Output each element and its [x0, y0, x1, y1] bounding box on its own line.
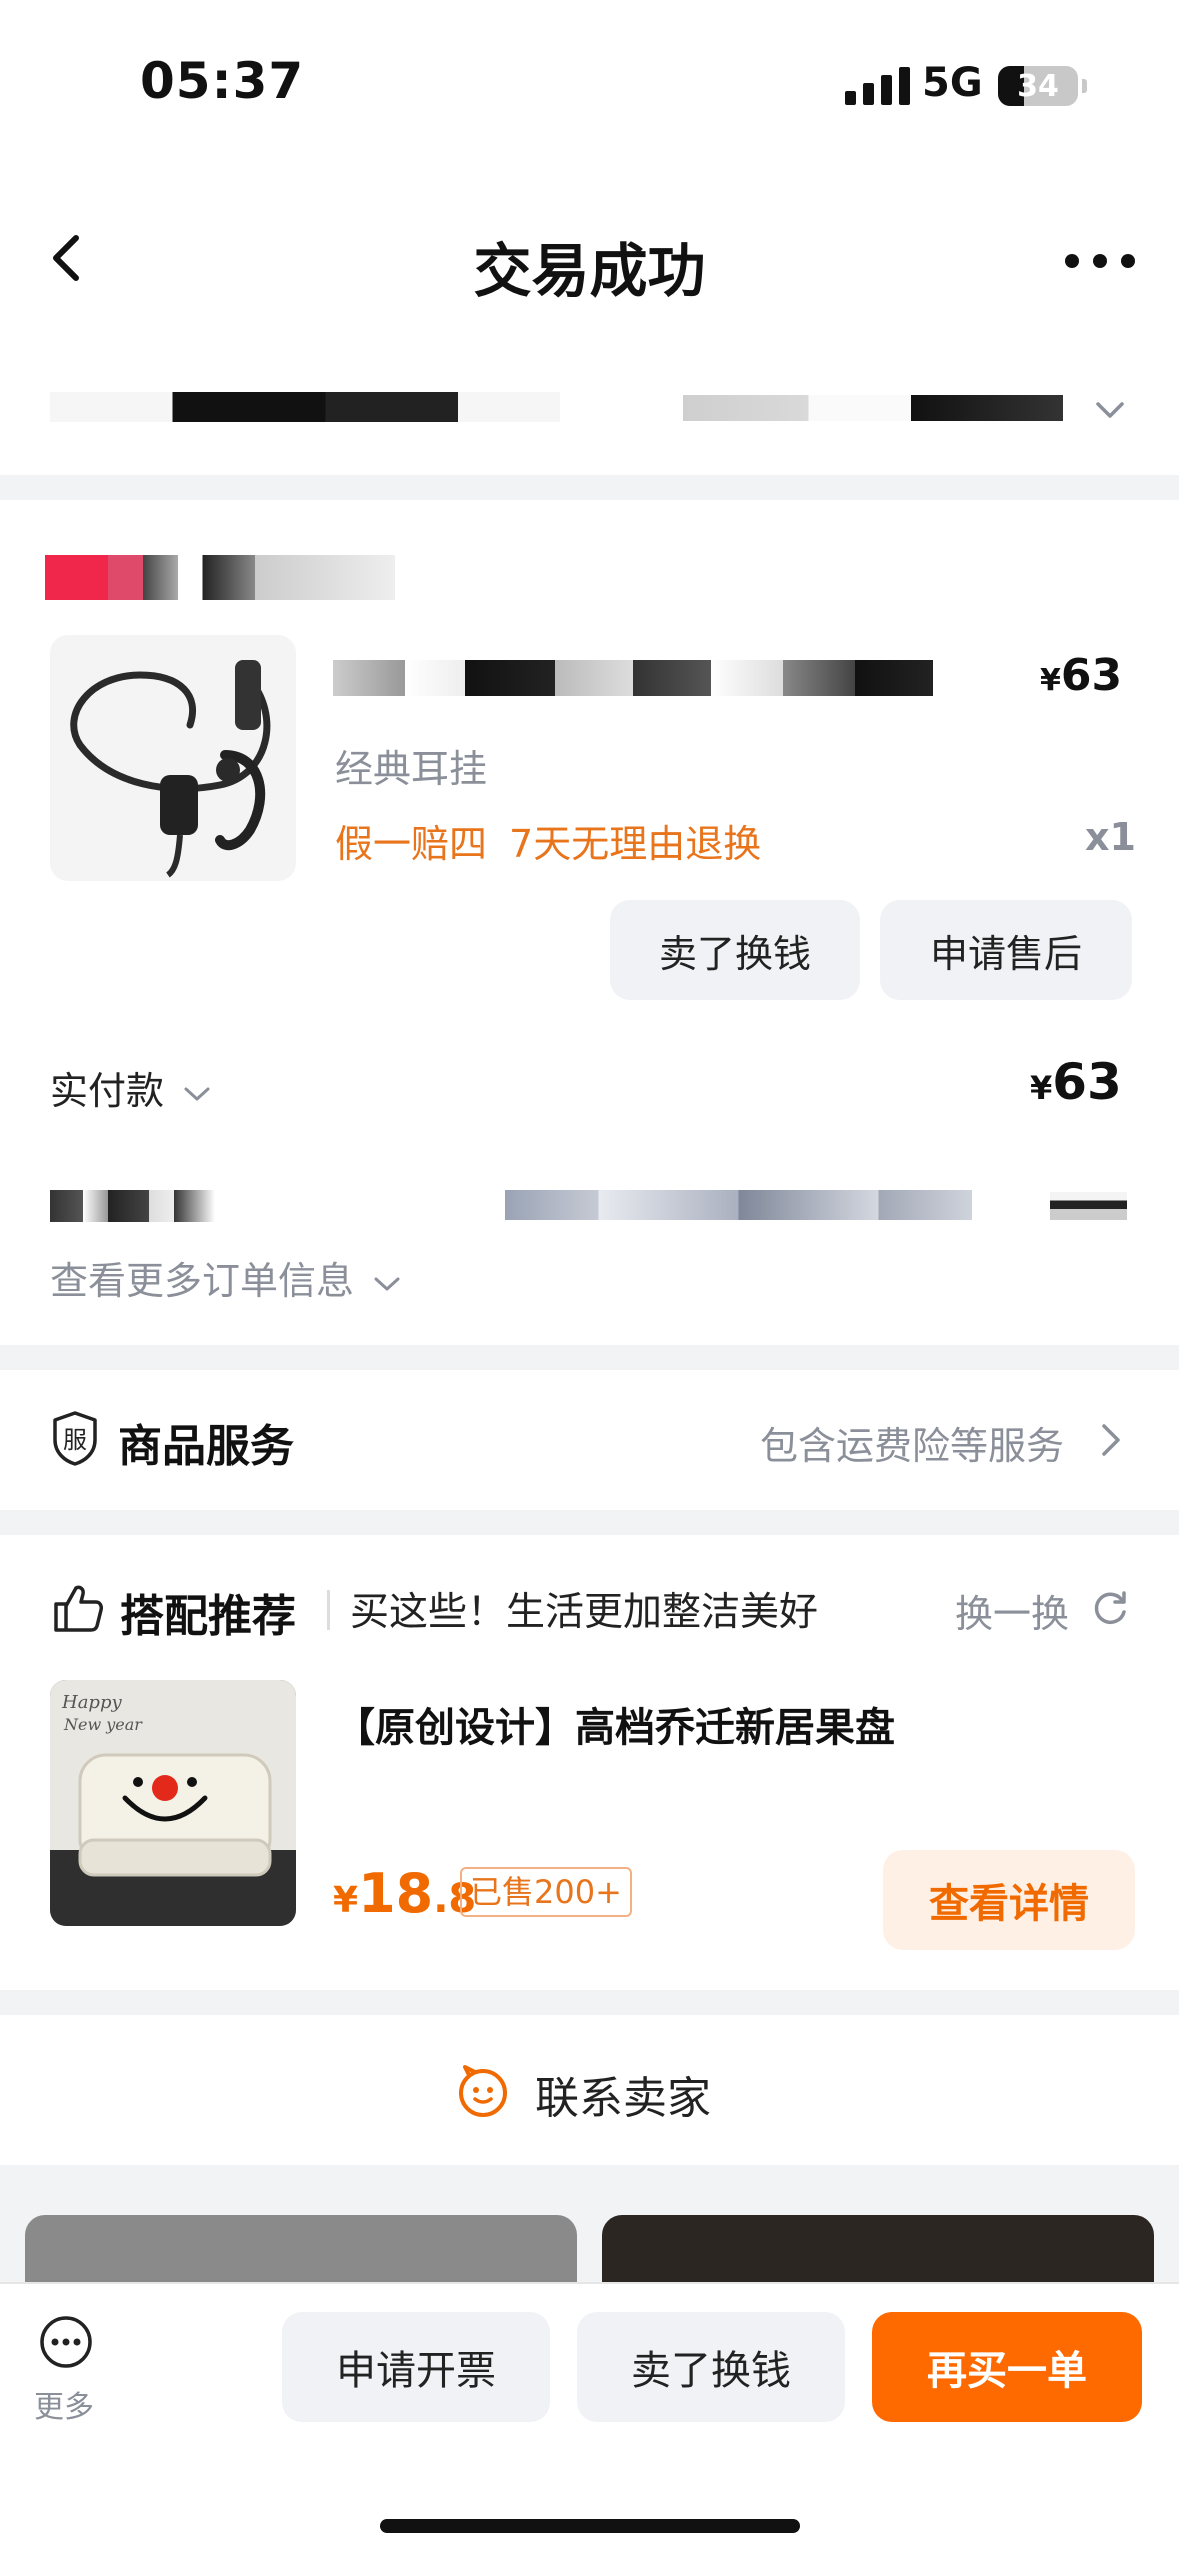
- thumbs-up-icon: [54, 1585, 103, 1632]
- battery-icon: 34: [998, 66, 1087, 106]
- earpiece-illustration: [70, 660, 271, 878]
- refresh-button[interactable]: 换一换: [955, 1583, 1069, 1638]
- service-shield-icon: 服: [53, 1411, 97, 1466]
- service-card[interactable]: 服 商品服务 包含运费险等服务: [0, 1370, 1179, 1510]
- paid-amount-label[interactable]: 实付款: [50, 1060, 212, 1115]
- contact-seller-label: 联系卖家: [535, 2073, 711, 2124]
- redacted-text: [683, 395, 1063, 421]
- recommended-product-image[interactable]: Happy New year: [50, 1680, 296, 1926]
- order-number-redacted: [50, 1190, 215, 1222]
- battery-level: 34: [1017, 69, 1059, 104]
- divider: [327, 1590, 330, 1630]
- bottom-action-bar: 更多 申请开票 卖了换钱 再买一单: [0, 2282, 1179, 2556]
- refresh-icon[interactable]: [1090, 1587, 1130, 1627]
- product-image[interactable]: [50, 635, 296, 881]
- chevron-down-icon: [374, 1277, 400, 1290]
- guarantee-tag: 假一赔四: [335, 822, 488, 866]
- copy-button-redacted[interactable]: [1050, 1192, 1127, 1220]
- order-card: ¥63 经典耳挂 假一赔四 7天无理由退换 x1 卖了换钱 申请售后 实付款 ¥6…: [0, 500, 1179, 1345]
- seller-chat-icon: [459, 2065, 507, 2117]
- page-title: 交易成功: [473, 237, 706, 305]
- signal-icon: [845, 65, 910, 105]
- chevron-down-icon: [184, 1087, 210, 1100]
- product-price: ¥63: [1040, 650, 1123, 701]
- recommended-product-name[interactable]: 【原创设计】高档乔迁新居果盘: [335, 1695, 895, 1753]
- return-policy-tag: 7天无理由退换: [509, 822, 762, 866]
- logistics-row[interactable]: [0, 340, 1179, 475]
- sell-for-cash-bottom-button[interactable]: 卖了换钱: [577, 2312, 845, 2422]
- more-order-info[interactable]: 查看更多订单信息: [50, 1250, 402, 1305]
- status-time: 05:37: [140, 52, 305, 110]
- paid-amount: ¥63: [1030, 1053, 1122, 1111]
- shop-name-redacted: [45, 555, 395, 600]
- view-details-button[interactable]: 查看详情: [883, 1850, 1135, 1950]
- contact-seller-card[interactable]: 联系卖家: [0, 2015, 1179, 2165]
- fruit-box-illustration: Happy New year: [50, 1680, 296, 1926]
- request-invoice-button[interactable]: 申请开票: [282, 2312, 550, 2422]
- buy-again-button[interactable]: 再买一单: [872, 2312, 1142, 2422]
- sold-count-badge: 已售200+: [460, 1867, 632, 1917]
- product-spec: 经典耳挂: [335, 747, 488, 791]
- nav-bar: 交易成功: [0, 180, 1179, 340]
- more-options-icon[interactable]: [1060, 246, 1140, 276]
- product-quantity: x1: [1085, 815, 1136, 859]
- svg-text:Happy: Happy: [61, 1692, 122, 1713]
- service-title: 商品服务: [118, 1421, 294, 1472]
- recommendation-subtitle: 买这些！生活更加整洁美好: [350, 1590, 819, 1635]
- more-icon[interactable]: [38, 2314, 94, 2370]
- recommendation-title: 搭配推荐: [120, 1591, 296, 1642]
- sell-for-cash-button[interactable]: 卖了换钱: [610, 900, 860, 1000]
- recommendation-card: 搭配推荐 买这些！生活更加整洁美好 换一换 Happy New year 【原创…: [0, 1535, 1179, 1990]
- after-sale-button[interactable]: 申请售后: [880, 900, 1132, 1000]
- service-link[interactable]: 包含运费险等服务: [760, 1415, 1064, 1470]
- order-number-redacted: [505, 1190, 972, 1220]
- home-indicator[interactable]: [380, 2519, 800, 2533]
- chevron-down-icon[interactable]: [1095, 400, 1125, 420]
- more-label[interactable]: 更多: [34, 2382, 94, 2426]
- network-type: 5G: [922, 60, 983, 106]
- redacted-text: [50, 392, 560, 422]
- product-title-redacted: [333, 660, 933, 696]
- svg-text:服: 服: [63, 1426, 87, 1454]
- status-bar: 05:37 5G 34: [0, 0, 1179, 180]
- svg-text:New year: New year: [63, 1715, 143, 1734]
- chevron-right-icon: [1102, 1424, 1120, 1456]
- product-tags: 假一赔四 7天无理由退换: [335, 813, 783, 868]
- recommended-product-price: ¥18.8: [333, 1862, 477, 1925]
